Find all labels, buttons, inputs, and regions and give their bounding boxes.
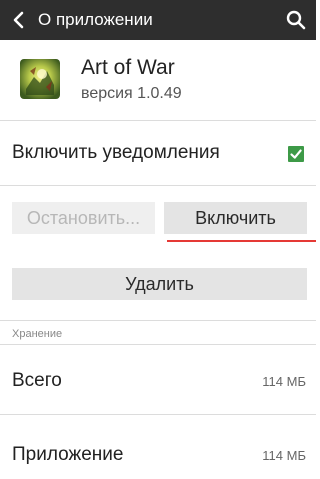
divider	[0, 414, 316, 415]
search-icon	[286, 10, 306, 30]
notifications-row[interactable]: Включить уведомления	[0, 123, 316, 185]
action-bar: О приложении	[0, 0, 316, 40]
divider	[0, 344, 316, 345]
notifications-checkbox[interactable]	[288, 146, 304, 162]
storage-row-app: Приложение 114 МБ	[0, 428, 316, 479]
storage-value: 114 МБ	[262, 448, 306, 463]
storage-value: 114 МБ	[262, 374, 306, 389]
back-button[interactable]	[4, 4, 34, 36]
app-header: Art of War версия 1.0.49	[0, 40, 316, 120]
app-name: Art of War	[81, 56, 175, 79]
storage-row-total: Всего 114 МБ	[0, 354, 316, 414]
divider	[0, 185, 316, 186]
page-title: О приложении	[38, 10, 153, 29]
app-icon	[20, 59, 60, 99]
app-version: версия 1.0.49	[81, 85, 182, 102]
divider	[0, 120, 316, 121]
search-button[interactable]	[280, 4, 312, 36]
force-stop-button[interactable]: Остановить...	[12, 202, 155, 234]
checkmark-icon	[290, 149, 302, 159]
app-info-screen: О приложении Art of War версия 1.0.49 Вк…	[0, 0, 316, 479]
enable-highlight-underline	[167, 240, 316, 242]
enable-button[interactable]: Включить	[164, 202, 307, 234]
uninstall-button[interactable]: Удалить	[12, 268, 307, 300]
divider	[0, 320, 316, 321]
notifications-label: Включить уведомления	[12, 142, 220, 163]
storage-section-header: Хранение	[12, 328, 63, 340]
storage-label: Всего	[12, 370, 62, 391]
chevron-left-icon	[13, 11, 24, 29]
storage-label: Приложение	[12, 444, 124, 465]
